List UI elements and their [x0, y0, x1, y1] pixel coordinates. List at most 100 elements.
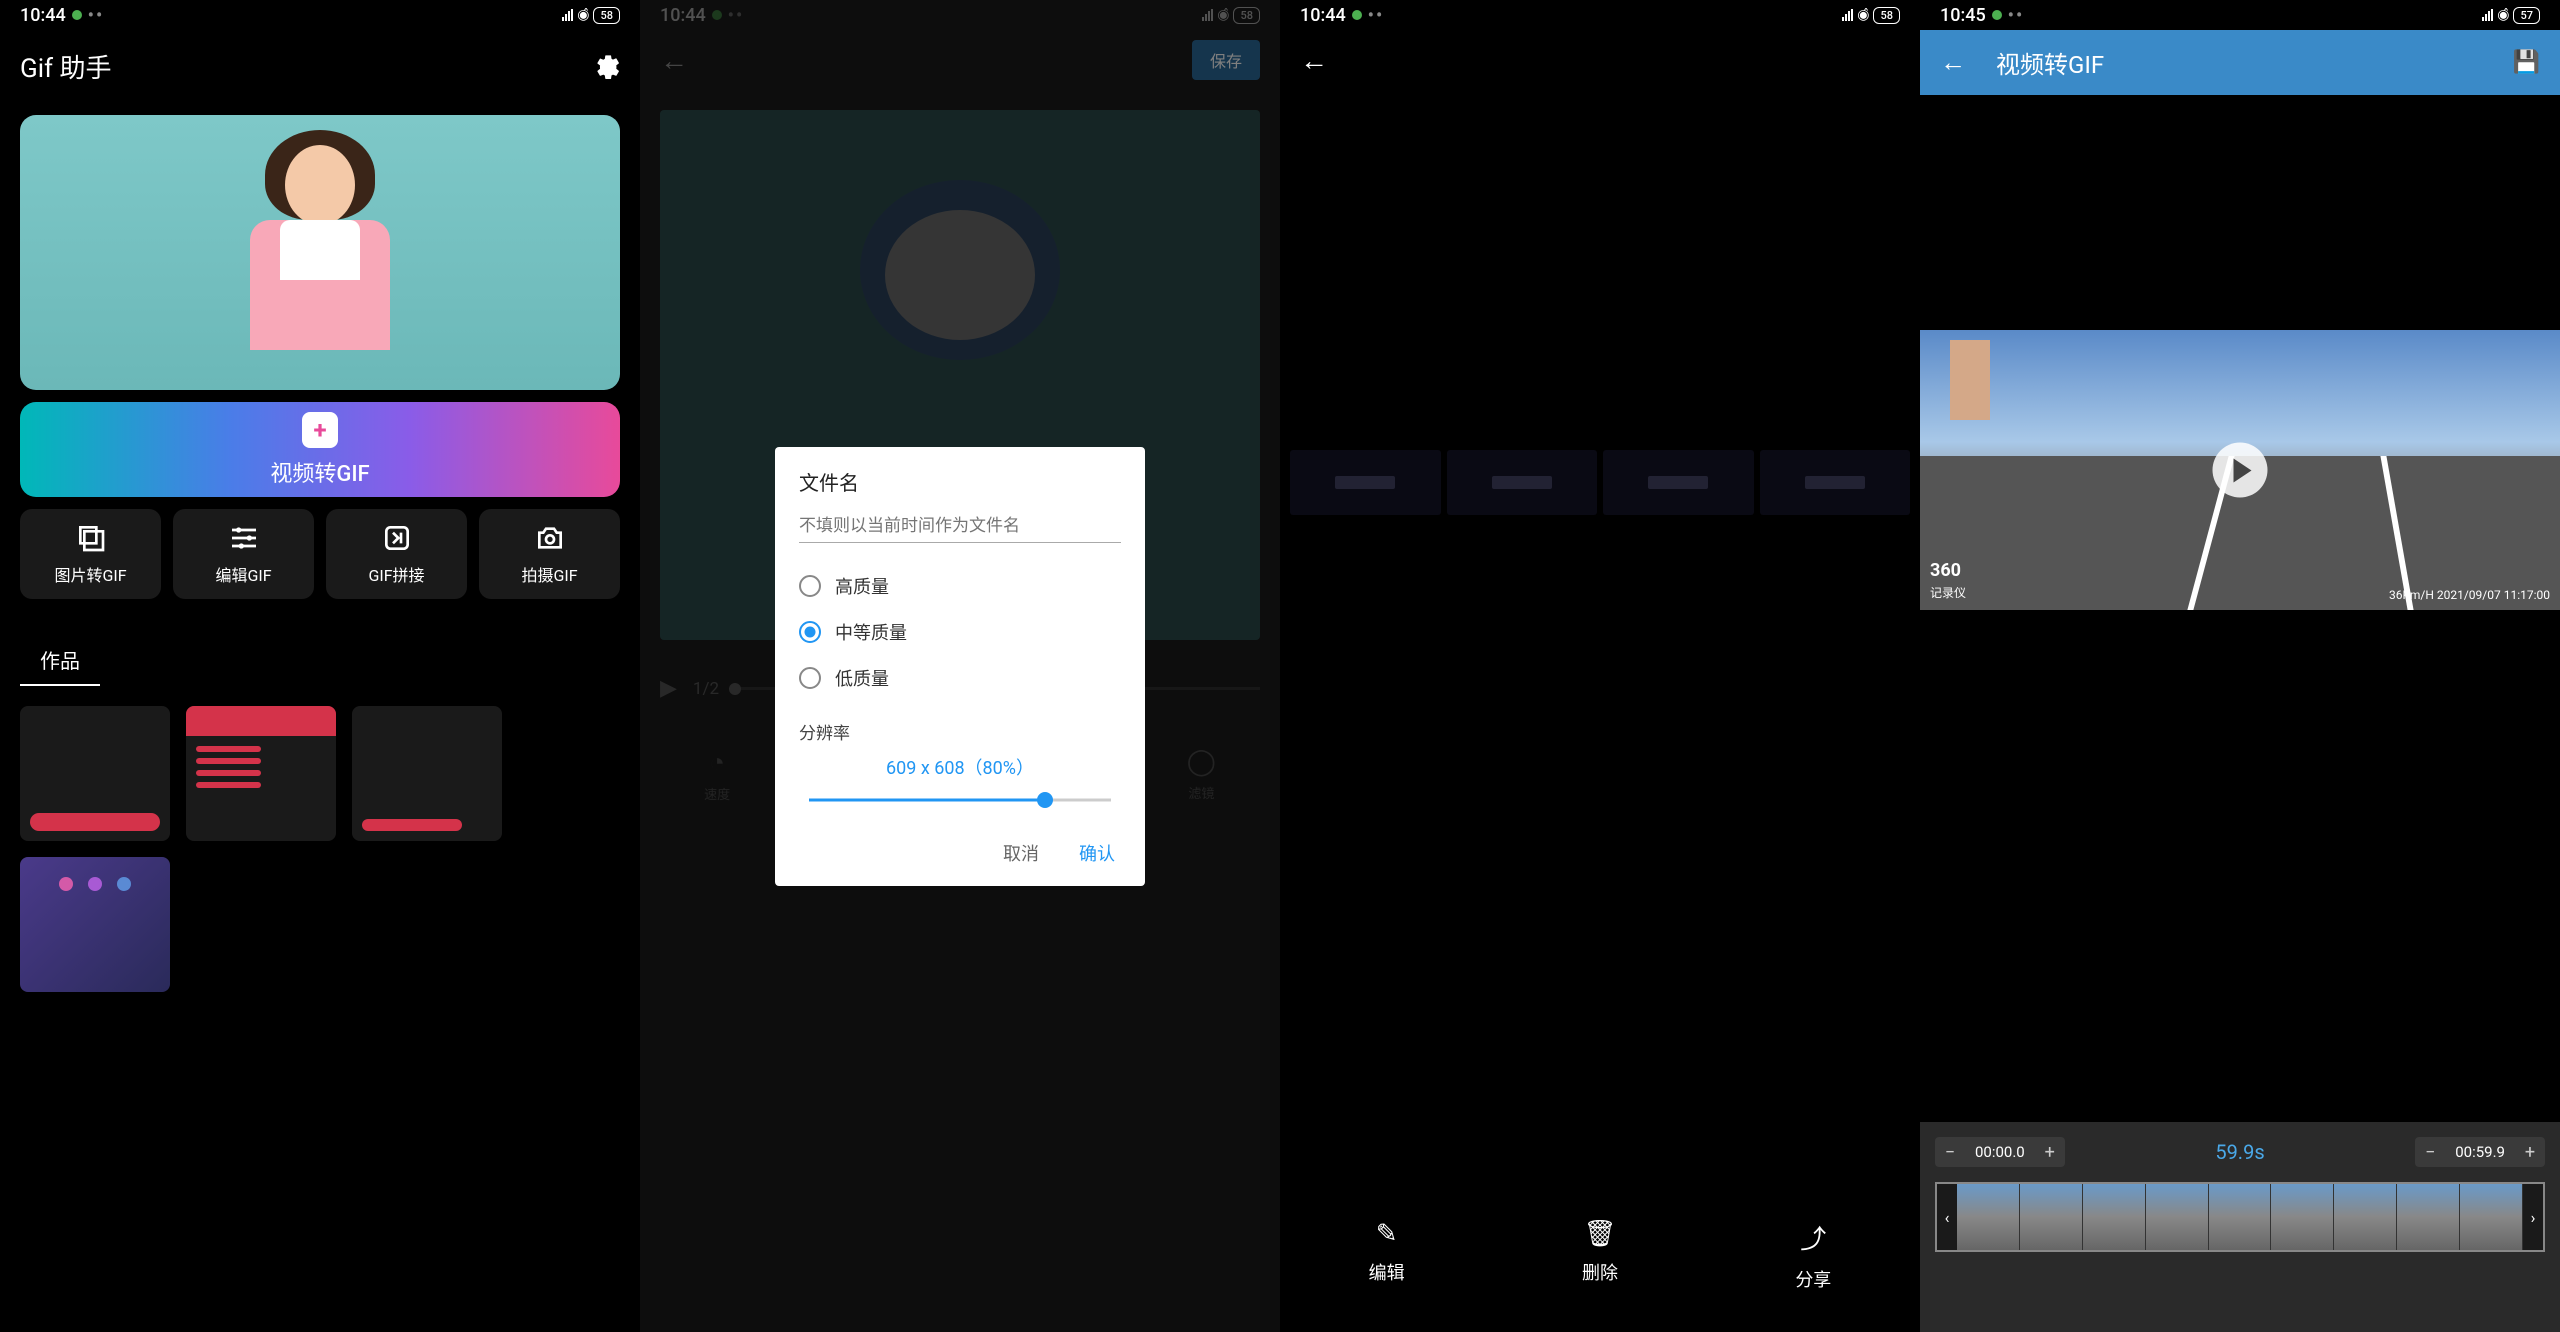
pencil-icon: ✎	[1376, 1219, 1398, 1249]
status-more-icon: ••	[2008, 5, 2025, 26]
back-icon[interactable]: ←	[1300, 44, 1328, 77]
timeline-frame	[2271, 1184, 2334, 1250]
resolution-value: 609 x 608（80%）	[799, 754, 1121, 780]
hero-banner[interactable]	[20, 115, 620, 390]
status-indicator-icon	[72, 10, 82, 20]
end-time-stepper[interactable]: − 00:59.9 +	[2415, 1137, 2545, 1167]
trim-controls: − 00:00.0 + 59.9s − 00:59.9 + ‹	[1920, 1122, 2560, 1332]
tool-label: 编辑GIF	[215, 562, 271, 586]
action-bar: ✎编辑 🗑删除 ⤴分享	[1280, 1219, 1920, 1292]
edit-button[interactable]: ✎编辑	[1369, 1219, 1405, 1292]
works-grid	[0, 686, 640, 1012]
battery-icon: 58	[593, 7, 620, 24]
timeline-frame	[2460, 1184, 2523, 1250]
frame-thumb[interactable]	[1447, 450, 1598, 515]
frame-thumbnails	[1280, 450, 1920, 515]
tool-label: 拍摄GIF	[521, 562, 577, 586]
status-more-icon: ••	[88, 5, 105, 26]
start-time-stepper[interactable]: − 00:00.0 +	[1935, 1137, 2065, 1167]
timeline-frame	[2020, 1184, 2083, 1250]
minus-icon[interactable]: −	[1935, 1137, 1965, 1167]
camera-icon	[534, 522, 566, 554]
tool-label: 图片转GIF	[54, 562, 126, 586]
duration-display: 59.9s	[2215, 1140, 2264, 1164]
battery-icon: 58	[1873, 7, 1900, 24]
filename-input[interactable]	[799, 510, 1121, 543]
capture-gif-button[interactable]: 拍摄GIF	[479, 509, 620, 599]
status-bar: 10:44 •• ◉̂ 58	[0, 0, 640, 30]
status-indicator-icon	[1352, 10, 1362, 20]
quality-high-option[interactable]: 高质量	[799, 563, 1121, 609]
plus-icon[interactable]: +	[2515, 1137, 2545, 1167]
quality-low-option[interactable]: 低质量	[799, 655, 1121, 701]
merge-icon	[381, 522, 413, 554]
back-icon[interactable]: ←	[1940, 47, 1966, 78]
timeline-frame	[2334, 1184, 2397, 1250]
confirm-button[interactable]: 确认	[1079, 840, 1115, 866]
work-item[interactable]	[186, 706, 336, 841]
plus-icon: +	[302, 412, 338, 448]
status-bar: 10:44•• ◉̂58	[1280, 0, 1920, 30]
edit-gif-button[interactable]: 编辑GIF	[173, 509, 314, 599]
radio-icon	[799, 575, 821, 597]
tool-label: GIF拼接	[368, 562, 424, 586]
dialog-overlay: 文件名 高质量 中等质量 低质量 分辨率 609 x 608（80%） 取消 确…	[640, 0, 1280, 1332]
trash-icon: 🗑	[1583, 1219, 1616, 1249]
trim-header: ← 视频转GIF 💾	[1920, 30, 2560, 95]
works-tab[interactable]: 作品	[20, 617, 100, 686]
work-item[interactable]	[352, 706, 502, 841]
image-icon	[75, 522, 107, 554]
save-icon[interactable]: 💾	[2513, 50, 2540, 75]
signal-icon	[2482, 9, 2493, 21]
export-dialog: 文件名 高质量 中等质量 低质量 分辨率 609 x 608（80%） 取消 确…	[775, 447, 1145, 886]
settings-icon[interactable]	[592, 53, 620, 81]
main-button-label: 视频转GIF	[270, 456, 369, 488]
page-title: 视频转GIF	[1996, 45, 2483, 80]
resolution-slider[interactable]	[809, 790, 1111, 810]
preview-header: ←	[1280, 30, 1920, 90]
timeline-frame	[1957, 1184, 2020, 1250]
radio-icon	[799, 667, 821, 689]
delete-button[interactable]: 🗑删除	[1582, 1219, 1618, 1292]
app-title: Gif 助手	[20, 48, 112, 85]
video-preview[interactable]: 360记录仪 36Km/H 2021/09/07 11:17:00	[1920, 330, 2560, 610]
timeline-strip[interactable]: ‹ ›	[1935, 1182, 2545, 1252]
preview-screen: 10:44•• ◉̂58 ← ✎编辑 🗑删除 ⤴分享	[1280, 0, 1920, 1332]
work-item[interactable]	[20, 857, 170, 992]
gif-merge-button[interactable]: GIF拼接	[326, 509, 467, 599]
timeline-frame	[2209, 1184, 2272, 1250]
frame-thumb[interactable]	[1760, 450, 1911, 515]
timeline-frame	[2083, 1184, 2146, 1250]
chevron-right-icon[interactable]: ›	[2523, 1184, 2543, 1250]
status-time: 10:45	[1940, 5, 1986, 26]
start-time-value: 00:00.0	[1965, 1143, 2035, 1161]
image-to-gif-button[interactable]: 图片转GIF	[20, 509, 161, 599]
quality-medium-option[interactable]: 中等质量	[799, 609, 1121, 655]
work-item[interactable]	[20, 706, 170, 841]
video-trim-screen: 10:45 •• ◉̂57 ← 视频转GIF 💾 360记录仪 36Km/H 20…	[1920, 0, 2560, 1332]
resolution-label: 分辨率	[799, 719, 1121, 744]
signal-icon	[1842, 9, 1853, 21]
plus-icon[interactable]: +	[2035, 1137, 2065, 1167]
share-button[interactable]: ⤴分享	[1795, 1219, 1831, 1292]
status-bar: 10:45 •• ◉̂57	[1920, 0, 2560, 30]
video-to-gif-button[interactable]: + 视频转GIF	[20, 402, 620, 497]
battery-icon: 57	[2513, 7, 2540, 24]
frame-thumb[interactable]	[1290, 450, 1441, 515]
cancel-button[interactable]: 取消	[1003, 840, 1039, 866]
export-dialog-screen: 10:44•• ◉̂58 ← 保存 ▶ 1/2 ◔速度 T添加文字 ⟂裁切 ▨背…	[640, 0, 1280, 1332]
chevron-left-icon[interactable]: ‹	[1937, 1184, 1957, 1250]
wifi-icon: ◉̂	[2497, 7, 2509, 23]
sliders-icon	[228, 522, 260, 554]
wifi-icon: ◉̂	[577, 7, 589, 23]
play-button[interactable]	[2213, 443, 2268, 498]
frame-thumb[interactable]	[1603, 450, 1754, 515]
timeline-frame	[2146, 1184, 2209, 1250]
status-time: 10:44	[20, 5, 66, 26]
signal-icon	[562, 9, 573, 21]
status-indicator-icon	[1992, 10, 2002, 20]
minus-icon[interactable]: −	[2415, 1137, 2445, 1167]
radio-icon	[799, 621, 821, 643]
video-timestamp: 36Km/H 2021/09/07 11:17:00	[2389, 588, 2550, 602]
home-screen: 10:44 •• ◉̂ 58 Gif 助手 + 视频转GIF 图片转GIF 编辑…	[0, 0, 640, 1332]
